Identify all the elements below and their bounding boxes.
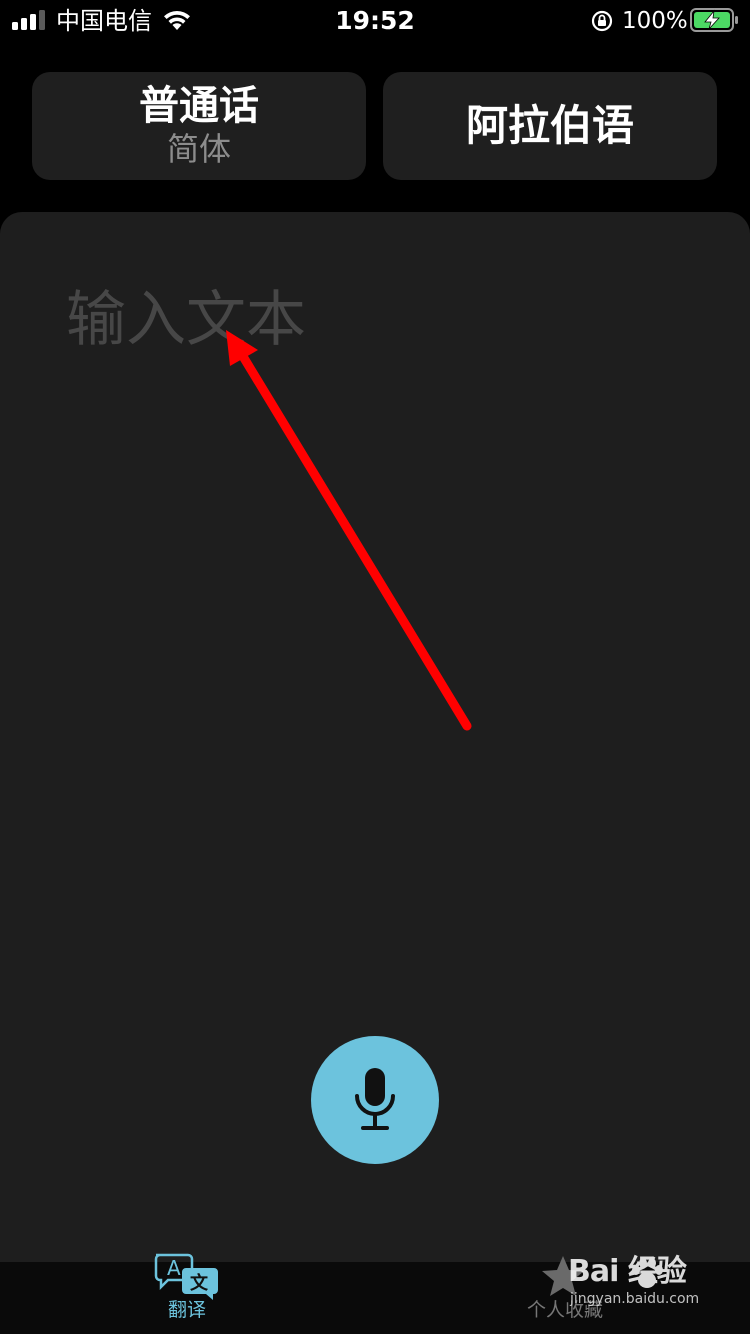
source-language-button[interactable]: 普通话 简体	[32, 72, 366, 180]
microphone-button[interactable]	[311, 1036, 439, 1164]
svg-text:A: A	[167, 1256, 181, 1280]
text-input[interactable]	[66, 280, 686, 360]
target-language-name: 阿拉伯语	[465, 101, 634, 150]
tab-translate[interactable]: A 文 翻译	[142, 1252, 232, 1332]
source-language-variant: 简体	[166, 130, 231, 168]
watermark-url: jingyan.baidu.com	[570, 1291, 700, 1307]
translation-input-panel	[0, 212, 750, 1262]
microphone-icon	[355, 1068, 395, 1130]
battery-charging-icon	[690, 8, 738, 32]
status-bar: 中国电信 19:52 100%	[0, 0, 750, 42]
watermark-logo: Bai 经验	[568, 1254, 687, 1289]
tab-translate-label: 翻译	[167, 1299, 206, 1321]
target-language-button[interactable]: 阿拉伯语	[383, 72, 717, 180]
baidu-jingyan-watermark: Bai 经验 jingyan.baidu.com	[568, 1254, 728, 1320]
paw-icon	[632, 1258, 663, 1288]
rotation-lock-icon	[591, 10, 613, 32]
source-language-name: 普通话	[139, 83, 259, 129]
svg-text:文: 文	[190, 1272, 209, 1294]
translate-icon: A 文	[154, 1253, 218, 1300]
battery-percent: 100%	[622, 8, 688, 34]
